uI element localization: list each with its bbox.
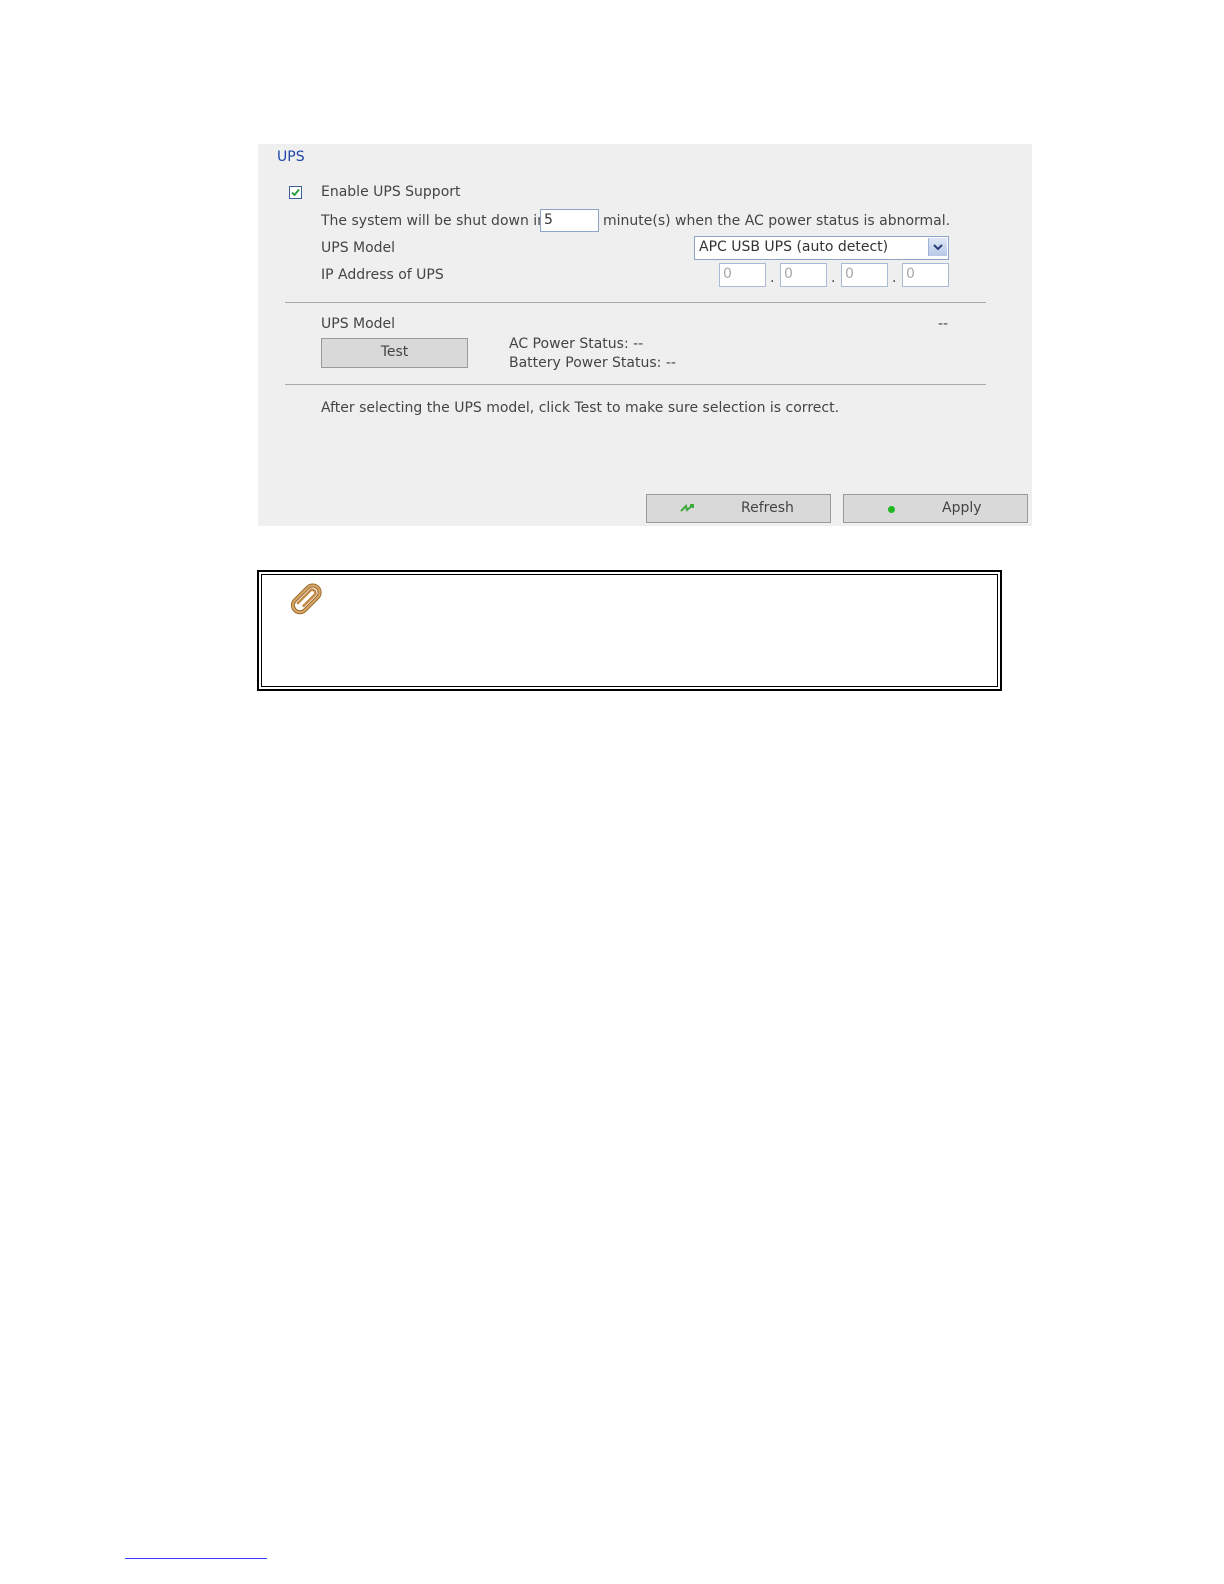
divider [285,384,986,385]
apply-button[interactable]: Apply [843,494,1028,523]
ip-separator: . [770,270,775,286]
checkmark-icon [291,188,300,197]
ups-model-label: UPS Model [321,240,396,256]
green-dot-icon [888,506,895,513]
ip-octet-3[interactable]: 0 [841,263,888,287]
chevron-down-icon [933,244,943,251]
shutdown-minutes-input[interactable]: 5 [540,209,599,232]
ip-separator: . [892,270,897,286]
shutdown-prefix: The system will be shut down in [321,213,547,229]
hint-text: After selecting the UPS model, click Tes… [321,400,840,416]
ip-octet-1[interactable]: 0 [719,263,766,287]
refresh-label: Refresh [741,500,794,516]
ups-model-selected: APC USB UPS (auto detect) [699,239,889,255]
shutdown-suffix: minute(s) when the AC power status is ab… [603,213,951,229]
footer-link-underline[interactable] [125,1558,267,1559]
ip-octet-2[interactable]: 0 [780,263,827,287]
enable-ups-checkbox[interactable] [289,186,302,199]
ip-address-label: IP Address of UPS [321,267,444,283]
battery-power-status: Battery Power Status: -- [509,355,676,371]
lightning-refresh-icon [680,504,694,512]
ups-settings-panel: UPS Enable UPS Support The system will b… [258,144,1032,526]
section-title[interactable]: UPS [277,149,305,165]
apply-label: Apply [942,500,982,516]
paperclip-icon [290,583,322,615]
enable-ups-label: Enable UPS Support [321,184,461,200]
note-box [257,570,1002,691]
ac-power-status: AC Power Status: -- [509,336,644,352]
ip-octet-4[interactable]: 0 [902,263,949,287]
dropdown-arrow[interactable] [928,238,947,256]
ups-model-select[interactable]: APC USB UPS (auto detect) [694,236,949,260]
status-model-value: -- [938,316,949,332]
note-box-inner [261,574,998,687]
test-button[interactable]: Test [321,338,468,368]
divider [285,302,986,303]
status-model-label: UPS Model [321,316,396,332]
refresh-button[interactable]: Refresh [646,494,831,523]
ip-separator: . [831,270,836,286]
